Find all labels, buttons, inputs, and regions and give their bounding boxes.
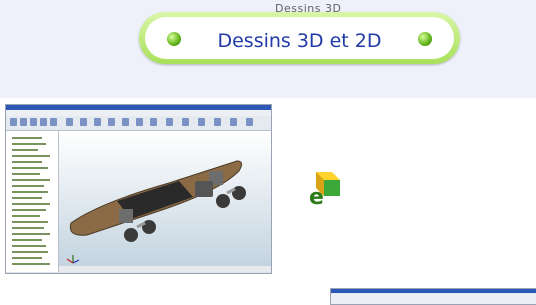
coordinate-triad-icon — [66, 255, 80, 264]
cad-toolbar — [6, 116, 271, 131]
banner-title: Dessins 3D et 2D — [217, 30, 382, 52]
cad-statusbar — [59, 266, 271, 272]
cad-feature-tree — [6, 131, 59, 272]
cad-3d-viewport — [59, 131, 271, 266]
svg-text:e: e — [309, 185, 324, 208]
banner-inner: Dessins 3D et 2D — [145, 17, 454, 59]
skateboard-model — [69, 160, 246, 242]
green-ball-icon — [418, 32, 432, 46]
cad-screenshot-skateboard — [5, 104, 272, 274]
title-banner: Dessins 3D et 2D — [139, 12, 460, 64]
cad2-titlebar — [331, 289, 536, 293]
edrawings-e-cube-icon: e — [306, 168, 346, 212]
cad-screenshot-second — [330, 288, 536, 305]
